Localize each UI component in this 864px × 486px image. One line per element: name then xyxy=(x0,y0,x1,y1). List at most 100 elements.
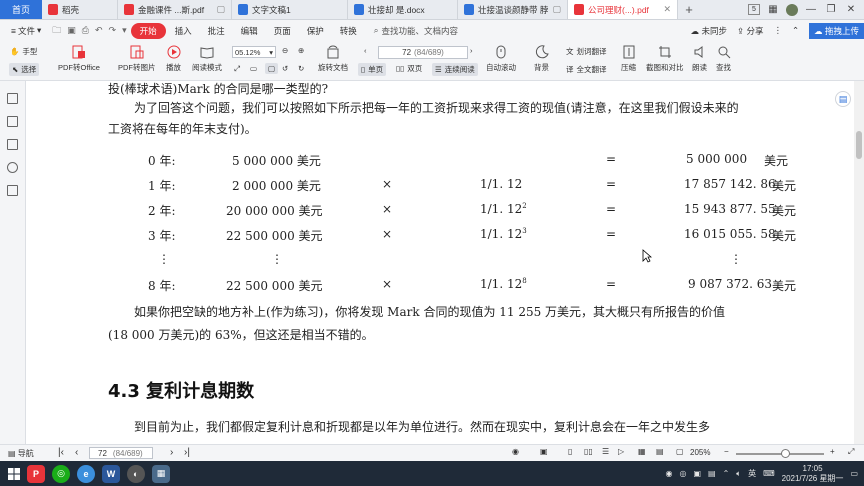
document-area[interactable]: 投(棒球术语)Mark 的合同是哪一类型的? 为了回答这个问题，我们可以按照如下… xyxy=(26,81,854,444)
chevron-up-icon[interactable]: ⌃ xyxy=(723,469,730,478)
single-page-button[interactable]: ▯ 单页 xyxy=(358,63,387,76)
close-icon[interactable]: ▢ xyxy=(552,4,561,15)
input-language[interactable]: 英 xyxy=(748,468,756,479)
minimize-icon[interactable]: — xyxy=(804,4,818,16)
menu-insert[interactable]: 插入 xyxy=(168,23,199,39)
windows-start-icon[interactable] xyxy=(8,467,20,480)
translate-all-button[interactable]: 译全文翻译 xyxy=(566,64,607,75)
compress-button[interactable]: 压缩 xyxy=(621,45,636,73)
tab-home[interactable]: 首页 xyxy=(0,0,42,19)
undo-icon[interactable]: ↶ xyxy=(93,25,105,36)
calculator-app-icon[interactable]: ▦ xyxy=(152,464,170,483)
tab-doc-other[interactable]: 壮接温谈颜静带 脖 ▢ xyxy=(458,0,568,19)
background-button[interactable]: 背景 xyxy=(534,45,549,73)
layout-view-icon[interactable]: ▦ xyxy=(638,447,646,456)
avatar[interactable] xyxy=(786,3,798,16)
menu-edit[interactable]: 编辑 xyxy=(234,23,265,39)
play-button[interactable]: 播放 xyxy=(166,45,181,73)
tab-finance-pdf[interactable]: 金融课件 ...斯.pdf ▢ xyxy=(118,0,232,19)
auto-scroll-button[interactable]: 自动滚动 xyxy=(486,45,516,73)
layout-icon[interactable]: ▦ xyxy=(766,4,780,16)
volume-icon[interactable]: 🔈︎ xyxy=(736,469,741,479)
play-view-icon[interactable]: ▷ xyxy=(618,447,624,456)
close-icon[interactable]: ▢ xyxy=(216,4,225,15)
notification-icon[interactable]: ▭ xyxy=(850,469,858,478)
double-page-button[interactable]: ▯▯ 双页 xyxy=(396,63,422,74)
zoom-slider-handle[interactable] xyxy=(781,449,790,458)
continuous-view-icon[interactable]: ☰ xyxy=(602,447,609,456)
rotate-left-icon[interactable]: ↺ xyxy=(282,64,288,73)
word-app-icon[interactable]: W xyxy=(102,464,120,483)
save-icon[interactable]: ▣ xyxy=(65,25,78,36)
browser-app-icon[interactable]: e xyxy=(77,464,95,483)
menu-start[interactable]: 开始 xyxy=(130,22,166,39)
next-page-icon[interactable]: › xyxy=(170,447,173,458)
close-window-icon[interactable]: ✕ xyxy=(844,4,858,16)
floating-tool-button[interactable]: ▤ xyxy=(835,91,851,107)
rotate-right-icon[interactable]: ↻ xyxy=(298,64,304,73)
collapse-icon[interactable]: ⌃ xyxy=(792,25,799,36)
comment-icon[interactable] xyxy=(7,139,18,150)
tab-docx[interactable]: 壮接却 是.docx xyxy=(348,0,458,19)
open-icon[interactable]: 🗀 xyxy=(50,23,63,39)
menu-annotate[interactable]: 批注 xyxy=(201,23,232,39)
redo-icon[interactable]: ↷ xyxy=(107,25,119,36)
tab-corporate-finance-pdf[interactable]: 公司理财(...).pdf ✕ xyxy=(568,0,678,19)
hand-tool[interactable]: ✋ 手型 xyxy=(10,46,37,57)
share-button[interactable]: ⇪ 分享 xyxy=(737,25,764,37)
zoom-slider[interactable] xyxy=(736,453,824,455)
attachment-icon[interactable] xyxy=(7,162,18,173)
prev-page-icon[interactable]: ‹ xyxy=(364,46,367,55)
wps-pdf-app-icon[interactable]: P xyxy=(27,464,45,483)
menu-convert[interactable]: 转换 xyxy=(333,23,364,39)
translate-word-button[interactable]: 文划词翻译 xyxy=(566,46,607,57)
zoom-fit-icon[interactable]: ▢ xyxy=(676,447,684,456)
chevron-down-icon[interactable]: ▾ xyxy=(120,25,129,36)
more-icon[interactable]: ⋮ xyxy=(773,25,782,36)
read-mode-button[interactable]: 阅读模式 xyxy=(192,45,222,73)
media-app-icon[interactable]: ◐ xyxy=(127,464,145,483)
vertical-scrollbar[interactable] xyxy=(854,81,864,444)
menu-protect[interactable]: 保护 xyxy=(300,23,331,39)
first-page-icon[interactable]: |‹ xyxy=(58,447,64,458)
wechat-app-icon[interactable]: ◎ xyxy=(52,464,70,483)
clock[interactable]: 17:05 2021/7/26 星期一 xyxy=(782,464,844,484)
zoom-in-icon[interactable]: + xyxy=(830,447,835,456)
pdf-to-office-button[interactable]: PDF转Office xyxy=(58,45,100,73)
print-icon[interactable]: ⎙ xyxy=(80,25,91,36)
signature-icon[interactable] xyxy=(7,185,18,196)
zoom-out-icon[interactable]: − xyxy=(724,447,729,456)
next-page-icon[interactable]: › xyxy=(470,46,473,55)
upload-button[interactable]: ☁ 拖拽上传 xyxy=(809,22,864,39)
menu-page[interactable]: 页面 xyxy=(267,23,298,39)
fullscreen-icon[interactable]: ⤢ xyxy=(848,447,854,457)
sync-status[interactable]: ☁ 未同步 xyxy=(691,25,727,37)
continuous-read-button[interactable]: ☰ 连续阅读 xyxy=(432,63,478,76)
double-page-view-icon[interactable]: ▯▯ xyxy=(584,447,593,456)
thumbnail-icon[interactable] xyxy=(7,116,18,127)
eye-icon[interactable]: ◉ xyxy=(512,447,519,456)
restore-icon[interactable]: ❐ xyxy=(824,4,838,16)
network-tray-icon[interactable]: ▤ xyxy=(708,469,716,478)
zoom-out-icon[interactable]: ⊖ xyxy=(282,46,288,55)
workspace-badge[interactable]: 5 xyxy=(748,4,760,15)
zoom-in-icon[interactable]: ⊕ xyxy=(298,46,304,55)
menu-file[interactable]: ≡ 文件 ▾ xyxy=(4,23,48,39)
find-button[interactable]: 查找 xyxy=(716,45,731,73)
nav-button[interactable]: ▤ 导航 xyxy=(8,448,34,459)
page-number-input[interactable]: 72 (84/689) xyxy=(378,46,468,59)
wechat-tray-icon[interactable]: ◎ xyxy=(679,469,686,478)
fit-width-icon[interactable]: ⤢ xyxy=(234,64,240,74)
search-input[interactable]: ⌕ 查找功能、文档内容 xyxy=(374,25,458,37)
screenshot-compare-button[interactable]: 截图和对比 xyxy=(646,45,684,73)
bookmark-icon[interactable] xyxy=(7,93,18,104)
zoom-input[interactable]: 05.12% ▾ xyxy=(232,46,276,58)
actual-size-icon[interactable]: ▢ xyxy=(265,63,279,74)
tab-daoke[interactable]: 稻壳 xyxy=(42,0,118,19)
fit-icon[interactable]: ▣ xyxy=(540,447,548,456)
last-page-icon[interactable]: ›| xyxy=(184,447,190,458)
status-page-input[interactable]: 72 (84/689) xyxy=(89,447,153,459)
ime-icon[interactable]: ⌨ xyxy=(763,469,775,478)
tab-doc1[interactable]: 文字文稿1 xyxy=(232,0,348,19)
edge-tray-icon[interactable]: ◉ xyxy=(665,469,672,478)
